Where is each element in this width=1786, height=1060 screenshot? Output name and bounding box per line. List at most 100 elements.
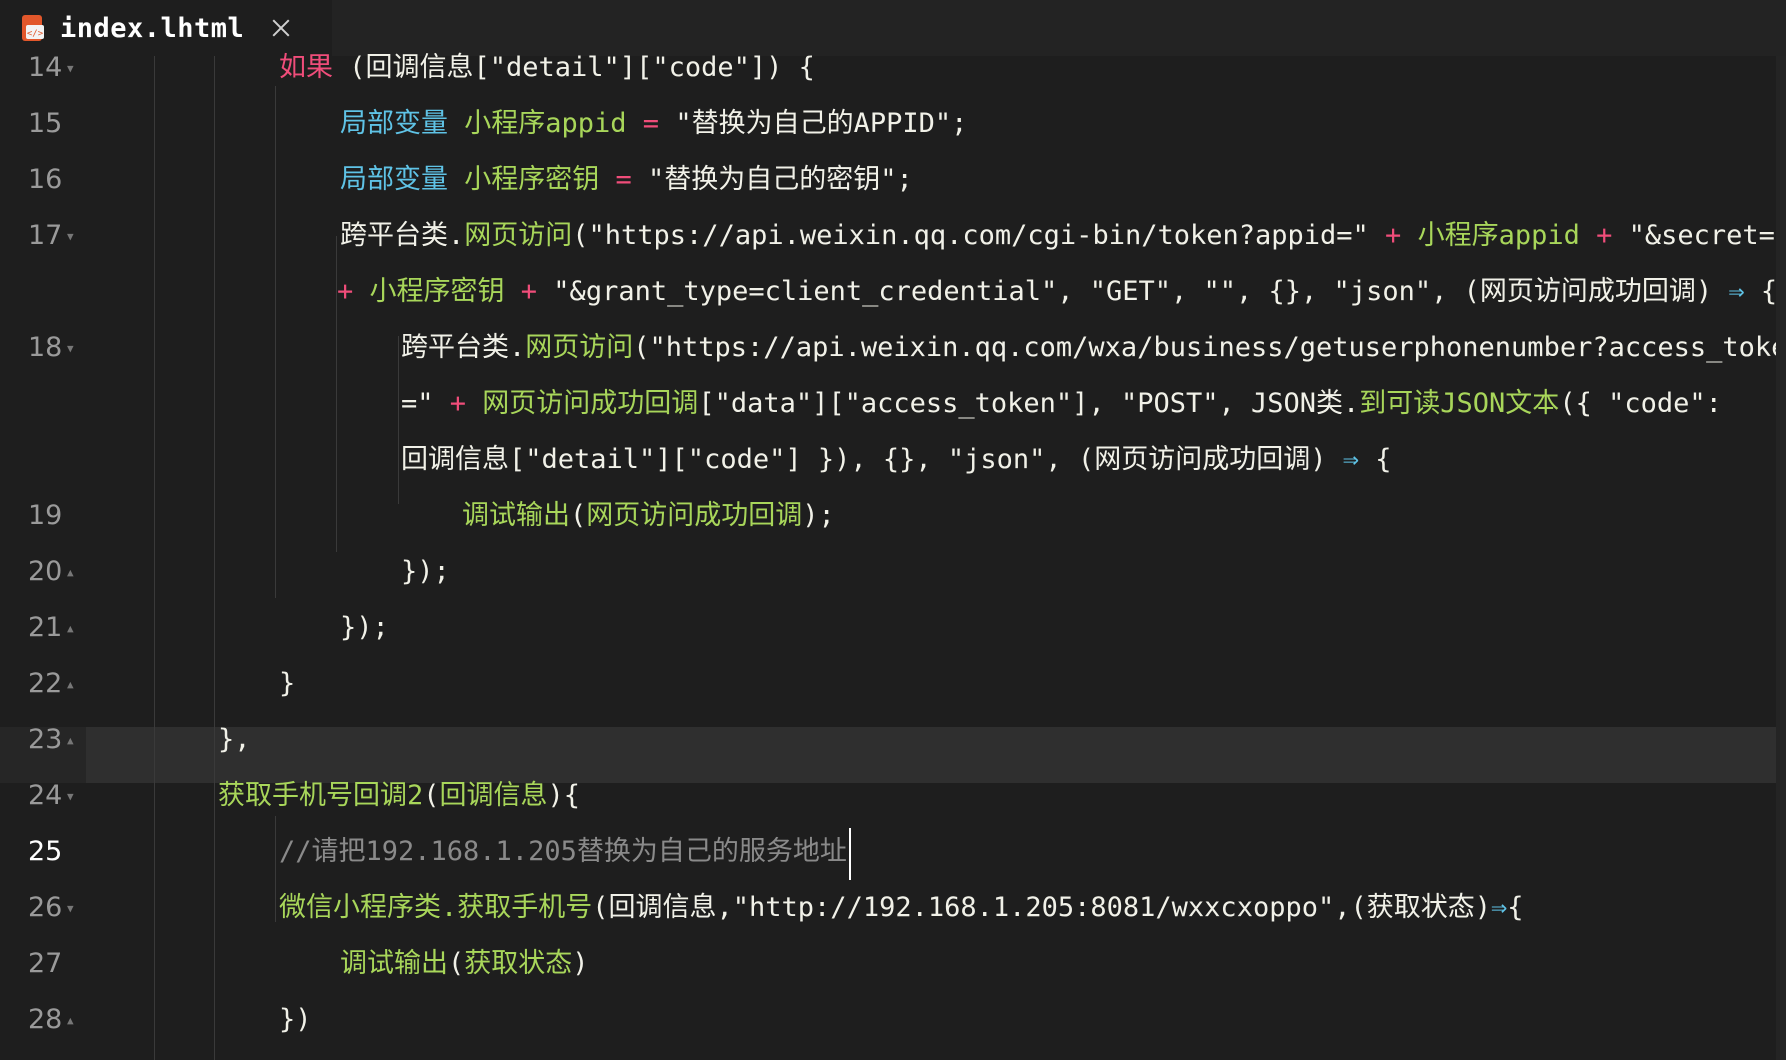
fold-up-icon[interactable]: ▲ bbox=[67, 1014, 74, 1027]
code-line-25-comment[interactable]: //请把192.168.1.205替换为自己的服务地址 bbox=[279, 830, 847, 886]
code-line-22[interactable]: } bbox=[279, 662, 295, 718]
code-token: 跨平台类. bbox=[340, 220, 465, 251]
fold-up-icon[interactable]: ▲ bbox=[67, 734, 74, 747]
code-token: (回调信息["detail"]["code"]) { bbox=[333, 52, 815, 83]
fold-up-icon[interactable]: ▲ bbox=[67, 622, 74, 635]
indent-guide bbox=[154, 56, 155, 1060]
fold-down-icon[interactable]: ▼ bbox=[67, 62, 74, 75]
code-token: ⇒ bbox=[1342, 444, 1359, 475]
code-token: + bbox=[520, 276, 538, 307]
code-token: 微信小程序类. bbox=[279, 892, 458, 923]
code-token: ("https://api.weixin.qq.com/wxa/business… bbox=[633, 332, 1786, 363]
line-number: 17 bbox=[28, 220, 63, 251]
code-line-18c[interactable]: 回调信息["detail"]["code"] }), {}, "json", (… bbox=[401, 438, 1392, 494]
code-line-24[interactable]: 获取手机号回调2(回调信息){ bbox=[218, 774, 580, 830]
code-line-18b[interactable]: =" + 网页访问成功回调["data"]["access_token"], "… bbox=[401, 382, 1722, 438]
line-number-gutter: 14 ▼ 15 16 17 ▼ 18 ▼ 19 20 ▲ 21 ▲ 22 ▲ 2… bbox=[0, 52, 86, 1060]
code-token: ⇒ bbox=[1491, 892, 1508, 923]
svg-text:</>: </> bbox=[27, 29, 44, 39]
code-line-27[interactable]: 调试输出(获取状态) bbox=[340, 942, 589, 998]
line-number: 14 bbox=[28, 52, 63, 83]
code-token: 小程序appid bbox=[1401, 220, 1597, 251]
line-number: 15 bbox=[28, 108, 63, 139]
tab-bar: </> index.lhtml bbox=[0, 0, 1786, 56]
code-line-17a[interactable]: 跨平台类.网页访问("https://api.weixin.qq.com/cgi… bbox=[340, 214, 1786, 270]
code-token: ["data"]["access_token"], "POST", JSON类. bbox=[698, 388, 1360, 419]
code-token: "替换为自己的APPID"; bbox=[659, 108, 968, 139]
code-token: + bbox=[1385, 220, 1402, 251]
line-number: 26 bbox=[28, 892, 63, 923]
code-token: 回调信息["detail"]["code"] }), {}, "json", (… bbox=[401, 444, 1343, 475]
code-token: ) bbox=[572, 948, 589, 979]
code-token: 调试输出 bbox=[462, 500, 570, 531]
code-line-28[interactable]: }) bbox=[279, 998, 312, 1054]
code-token: = bbox=[615, 164, 632, 195]
code-token: 到可读JSON文本 bbox=[1359, 388, 1560, 419]
code-token: =" bbox=[401, 388, 450, 419]
code-token: { bbox=[1358, 444, 1392, 475]
fold-up-icon[interactable]: ▲ bbox=[67, 678, 74, 691]
code-token: "&grant_type=client_credential", "GET", … bbox=[537, 276, 1729, 307]
line-number: 27 bbox=[28, 948, 63, 979]
code-token: 网页访问 bbox=[464, 220, 573, 251]
fold-up-icon[interactable]: ▲ bbox=[67, 566, 74, 579]
code-token: ("https://api.weixin.qq.com/cgi-bin/toke… bbox=[572, 220, 1386, 251]
code-token: { bbox=[1507, 892, 1524, 923]
code-token: 小程序密钥 bbox=[353, 276, 521, 307]
editor-area[interactable]: 14 ▼ 15 16 17 ▼ 18 ▼ 19 20 ▲ 21 ▲ 22 ▲ 2… bbox=[0, 52, 1786, 1060]
code-token: 局部变量 bbox=[340, 164, 448, 195]
code-token: 获取手机号回调2 bbox=[218, 780, 424, 811]
html-file-icon: </> bbox=[22, 15, 44, 41]
code-token: 获取状态 bbox=[464, 948, 573, 979]
tab-title: index.lhtml bbox=[60, 12, 245, 44]
code-token: + bbox=[337, 276, 354, 307]
code-line-19[interactable]: 调试输出(网页访问成功回调); bbox=[462, 494, 835, 550]
code-line-20[interactable]: }); bbox=[401, 550, 450, 606]
indent-guide bbox=[275, 816, 276, 922]
code-token: 如果 bbox=[279, 52, 333, 83]
line-number: 24 bbox=[28, 780, 63, 811]
code-token: 调试输出 bbox=[340, 948, 448, 979]
fold-down-icon[interactable]: ▼ bbox=[67, 790, 74, 803]
code-token: 获取手机号 bbox=[457, 892, 593, 923]
code-token: 跨平台类. bbox=[401, 332, 526, 363]
code-token: + bbox=[1596, 220, 1613, 251]
fold-down-icon[interactable]: ▼ bbox=[67, 230, 74, 243]
code-token: ( bbox=[423, 780, 440, 811]
code-line-14[interactable]: 如果 (回调信息["detail"]["code"]) { bbox=[279, 46, 815, 102]
code-line-15[interactable]: 局部变量 小程序appid = "替换为自己的APPID"; bbox=[340, 102, 967, 158]
code-token: ){ bbox=[547, 780, 581, 811]
vertical-scrollbar[interactable] bbox=[1776, 56, 1786, 1060]
code-token: { bbox=[1744, 276, 1778, 307]
line-number: 21 bbox=[28, 612, 63, 643]
fold-down-icon[interactable]: ▼ bbox=[67, 342, 74, 355]
code-token: + bbox=[449, 388, 467, 419]
line-number: 22 bbox=[28, 668, 63, 699]
code-token: = bbox=[642, 108, 660, 139]
line-number: 18 bbox=[28, 332, 63, 363]
code-line-23[interactable]: }, bbox=[218, 718, 251, 774]
code-token: ( bbox=[448, 948, 465, 979]
line-number: 28 bbox=[28, 1004, 63, 1035]
code-token: ( bbox=[570, 500, 587, 531]
code-line-16[interactable]: 局部变量 小程序密钥 = "替换为自己的密钥"; bbox=[340, 158, 913, 214]
close-icon[interactable] bbox=[270, 17, 292, 39]
code-token: "&secret=" bbox=[1612, 220, 1786, 251]
indent-guide bbox=[275, 86, 276, 598]
fold-down-icon[interactable]: ▼ bbox=[67, 902, 74, 915]
code-token: 回调信息 bbox=[439, 780, 548, 811]
code-line-21[interactable]: }); bbox=[340, 606, 389, 662]
line-number: 19 bbox=[28, 500, 63, 531]
code-line-26[interactable]: 微信小程序类.获取手机号(回调信息,"http://192.168.1.205:… bbox=[279, 886, 1524, 942]
code-token: ({ "code": bbox=[1559, 388, 1722, 419]
code-line-18a[interactable]: 跨平台类.网页访问("https://api.weixin.qq.com/wxa… bbox=[401, 326, 1786, 382]
text-caret bbox=[849, 828, 851, 880]
line-number-current: 25 bbox=[28, 836, 63, 867]
code-token: ⇒ bbox=[1728, 276, 1745, 307]
code-token: 局部变量 bbox=[340, 108, 448, 139]
line-number: 16 bbox=[28, 164, 63, 195]
indent-guide bbox=[214, 56, 215, 1060]
code-line-17b[interactable]: + 小程序密钥 + "&grant_type=client_credential… bbox=[337, 270, 1777, 326]
code-token: ); bbox=[802, 500, 835, 531]
code-token: "替换为自己的密钥"; bbox=[631, 164, 913, 195]
